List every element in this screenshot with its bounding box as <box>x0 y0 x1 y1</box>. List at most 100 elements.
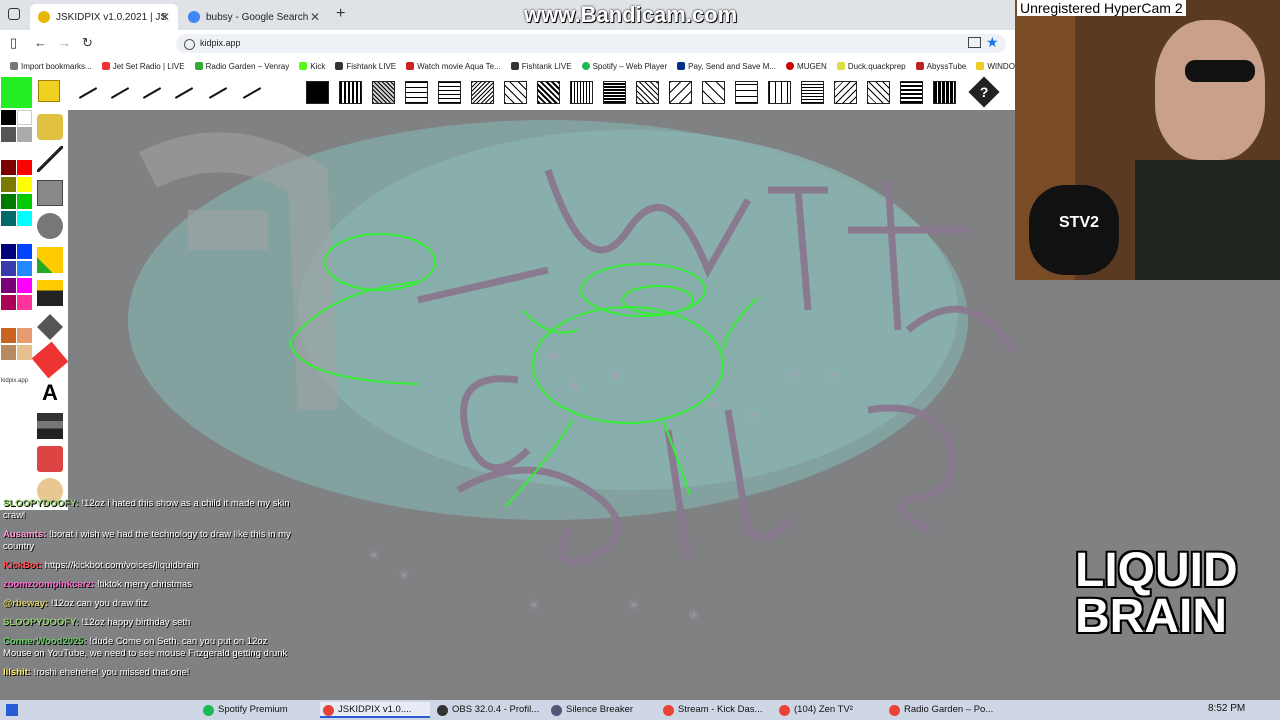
taskbar-item[interactable]: Stream - Kick Das... <box>660 702 772 718</box>
window-menu-icon[interactable] <box>8 8 20 20</box>
color-swatch[interactable] <box>17 127 32 142</box>
pencil-tool-icon[interactable] <box>37 114 63 140</box>
bookmark-item[interactable]: Radio Garden – Venray <box>194 62 289 71</box>
pencil-size-option[interactable] <box>76 82 100 102</box>
tab-google-search[interactable]: bubsy - Google Search ✕ <box>180 4 328 30</box>
pattern-option[interactable] <box>603 81 626 104</box>
taskbar-item[interactable]: (104) Zen TV² <box>776 702 882 718</box>
wacky-brush-icon[interactable] <box>37 247 63 273</box>
bookmark-item[interactable]: Duck.quackprep <box>836 62 906 71</box>
color-swatch[interactable] <box>1 177 16 192</box>
color-swatch[interactable] <box>17 328 32 343</box>
color-swatch[interactable] <box>1 244 16 259</box>
reader-icon[interactable] <box>968 37 981 48</box>
pencil-size-option[interactable] <box>108 82 132 102</box>
color-swatch[interactable] <box>17 345 32 360</box>
bookmark-item[interactable]: WINDOWS93 <box>976 62 1015 71</box>
pattern-option[interactable] <box>735 81 758 104</box>
taskbar-item[interactable]: OBS 32.0.4 - Profil... <box>434 702 546 718</box>
line-tool-icon[interactable] <box>37 146 63 172</box>
bookmark-item[interactable]: Watch movie Aqua Te... <box>406 62 501 71</box>
bookmark-item[interactable]: AbyssTube <box>915 62 966 71</box>
color-swatch[interactable] <box>17 295 32 310</box>
tab-jskidpix[interactable]: JSKIDPIX v1.0.2021 | JS KidPix ✕ <box>30 4 178 30</box>
pattern-option[interactable] <box>438 81 461 104</box>
pencil-size-option[interactable] <box>240 82 264 102</box>
color-swatch[interactable] <box>1 110 16 125</box>
eraser-icon[interactable] <box>31 341 69 379</box>
color-swatch[interactable] <box>1 345 16 360</box>
color-swatch[interactable] <box>1 328 16 343</box>
bookmark-item[interactable]: Pay, Send and Save M... <box>677 62 776 71</box>
pattern-option[interactable] <box>867 81 890 104</box>
pencil-size-option[interactable] <box>140 82 164 102</box>
pattern-solid[interactable] <box>306 81 329 104</box>
rectangle-tool-icon[interactable] <box>37 180 63 206</box>
color-swatch[interactable] <box>17 261 32 276</box>
color-swatch[interactable] <box>17 194 32 209</box>
color-swatch[interactable] <box>1 211 16 226</box>
color-swatch[interactable] <box>17 278 32 293</box>
current-color-swatch[interactable] <box>1 77 32 108</box>
color-swatch[interactable] <box>1 160 16 175</box>
reload-icon[interactable]: ↻ <box>82 35 93 51</box>
start-icon[interactable] <box>6 704 18 716</box>
color-swatch[interactable] <box>17 160 32 175</box>
bookmark-item[interactable]: Fishtank LIVE <box>335 62 396 71</box>
address-bar[interactable]: kidpix.app <box>176 34 1006 53</box>
bandicam-watermark: www.Bandicam.com <box>524 2 738 27</box>
taskbar-item[interactable]: JSKIDPIX v1.0.... <box>320 702 430 718</box>
site-info-icon[interactable] <box>184 39 195 50</box>
save-icon[interactable] <box>38 80 60 102</box>
pattern-option[interactable] <box>702 81 725 104</box>
text-tool-icon[interactable]: A <box>37 380 63 406</box>
pattern-option[interactable] <box>801 81 824 104</box>
forward-icon[interactable]: → <box>58 35 71 50</box>
bookmark-item[interactable]: Import bookmarks... <box>10 62 92 71</box>
oval-tool-icon[interactable] <box>37 213 63 239</box>
pattern-option[interactable] <box>570 81 593 104</box>
bookmark-item[interactable]: Jet Set Radio | LIVE <box>101 62 185 71</box>
color-swatch[interactable] <box>17 244 32 259</box>
color-swatch[interactable] <box>1 295 16 310</box>
pattern-option[interactable] <box>669 81 692 104</box>
taskbar-item[interactable]: Radio Garden – Po... <box>886 702 1002 718</box>
pattern-option[interactable] <box>900 81 923 104</box>
pattern-option[interactable] <box>372 81 395 104</box>
pattern-option[interactable] <box>504 81 527 104</box>
stamp-press-icon[interactable] <box>37 413 63 439</box>
color-swatch[interactable] <box>17 110 32 125</box>
paint-bucket-icon[interactable] <box>37 314 63 340</box>
pattern-option[interactable] <box>471 81 494 104</box>
taskbar-clock[interactable]: 8:52 PM <box>1208 703 1245 714</box>
pattern-option[interactable] <box>339 81 362 104</box>
pattern-option[interactable] <box>768 81 791 104</box>
bookmark-item[interactable]: Kick <box>299 62 325 71</box>
bookmark-item[interactable]: Spotify – Web Player <box>581 62 667 71</box>
color-swatch[interactable] <box>1 127 16 142</box>
sidebar-icon[interactable]: ▯ <box>10 35 17 51</box>
pencil-size-option[interactable] <box>206 82 230 102</box>
taskbar-item[interactable]: Silence Breaker <box>548 702 652 718</box>
pattern-option[interactable] <box>405 81 428 104</box>
close-tab-icon[interactable]: ✕ <box>160 10 170 24</box>
pattern-option[interactable] <box>537 81 560 104</box>
bookmark-item[interactable]: Fishtank LIVE <box>510 62 572 71</box>
color-swatch[interactable] <box>1 261 16 276</box>
bookmark-star-icon[interactable]: ★ <box>986 34 999 51</box>
color-swatch[interactable] <box>1 278 16 293</box>
new-tab-icon[interactable]: + <box>336 5 345 23</box>
color-swatch[interactable] <box>17 177 32 192</box>
truck-icon[interactable] <box>37 446 63 472</box>
bookmark-item[interactable]: MUGEN <box>786 62 827 71</box>
stamp-tool-icon[interactable] <box>37 280 63 306</box>
pattern-option[interactable] <box>636 81 659 104</box>
pattern-option[interactable] <box>933 81 956 104</box>
back-icon[interactable]: ← <box>34 35 47 50</box>
color-swatch[interactable] <box>1 194 16 209</box>
color-swatch[interactable] <box>17 211 32 226</box>
taskbar-item[interactable]: Spotify Premium <box>200 702 318 718</box>
close-tab-icon[interactable]: ✕ <box>310 10 320 24</box>
pattern-option[interactable] <box>834 81 857 104</box>
pencil-size-option[interactable] <box>172 82 196 102</box>
